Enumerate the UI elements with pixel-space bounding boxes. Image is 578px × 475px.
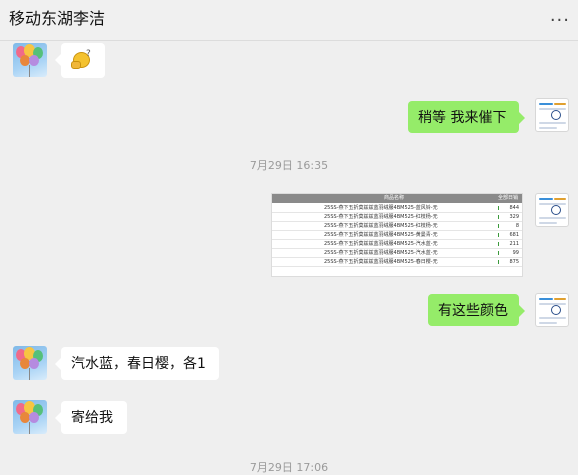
message-text: 寄给我	[71, 410, 113, 426]
my-avatar[interactable]	[535, 98, 569, 132]
contact-avatar[interactable]	[13, 43, 47, 77]
image-table-header: 商品名称 全部日销	[272, 194, 522, 203]
image-table-row: 25SS-燕下五折莫兹兹蓝羽绒服4BM525-汽水蓝-无 99	[272, 249, 522, 258]
more-options-icon[interactable]: ···	[550, 10, 570, 31]
message-text: 有这些颜色	[438, 303, 508, 319]
message-bubble-sent[interactable]: 有这些颜色	[428, 294, 525, 326]
contact-avatar[interactable]	[13, 400, 47, 434]
my-avatar[interactable]	[535, 193, 569, 227]
message-bubble-sent[interactable]: 稍等 我来催下	[408, 101, 525, 133]
timestamp: 7月29日 16:35	[249, 159, 329, 172]
image-table-row: 25SS-燕下五折莫兹兹蓝羽绒服4BM525-红枝杨-无 329	[272, 213, 522, 222]
image-table-row: 25SS-燕下五折莫兹兹蓝羽绒服4BM525-汽水蓝-无 211	[272, 240, 522, 249]
image-table-row: 25SS-燕下五折莫兹兹蓝羽绒服4BM525-春日樱-无 875	[272, 258, 522, 267]
message-bubble-received[interactable]: 寄给我	[55, 401, 127, 434]
image-table-row: 25SS-燕下五折莫兹兹蓝羽绒服4BM525-黄曼青-无 681	[272, 231, 522, 240]
contact-avatar[interactable]	[13, 346, 47, 380]
my-avatar[interactable]	[535, 293, 569, 327]
message-emoji-bubble[interactable]: ?	[55, 43, 105, 78]
chat-title: 移动东湖李洁	[9, 9, 106, 28]
timestamp: 7月29日 17:06	[249, 461, 329, 474]
image-table-row: 25SS-燕下五折莫兹兹蓝羽绒服4BM525-红枝杨-无 8	[272, 222, 522, 231]
message-text: 汽水蓝，春日樱，各1	[71, 356, 206, 372]
message-bubble-received[interactable]: 汽水蓝，春日樱，各1	[55, 347, 219, 380]
chat-header: 移动东湖李洁 ···	[0, 0, 578, 41]
message-text: 稍等 我来催下	[418, 110, 507, 126]
image-table-row: 25SS-燕下五折莫兹兹蓝羽绒服4BM525-蓝风铃-无 844	[272, 204, 522, 213]
message-image[interactable]: 商品名称 全部日销 25SS-燕下五折莫兹兹蓝羽绒服4BM525-蓝风铃-无 84…	[271, 193, 523, 277]
